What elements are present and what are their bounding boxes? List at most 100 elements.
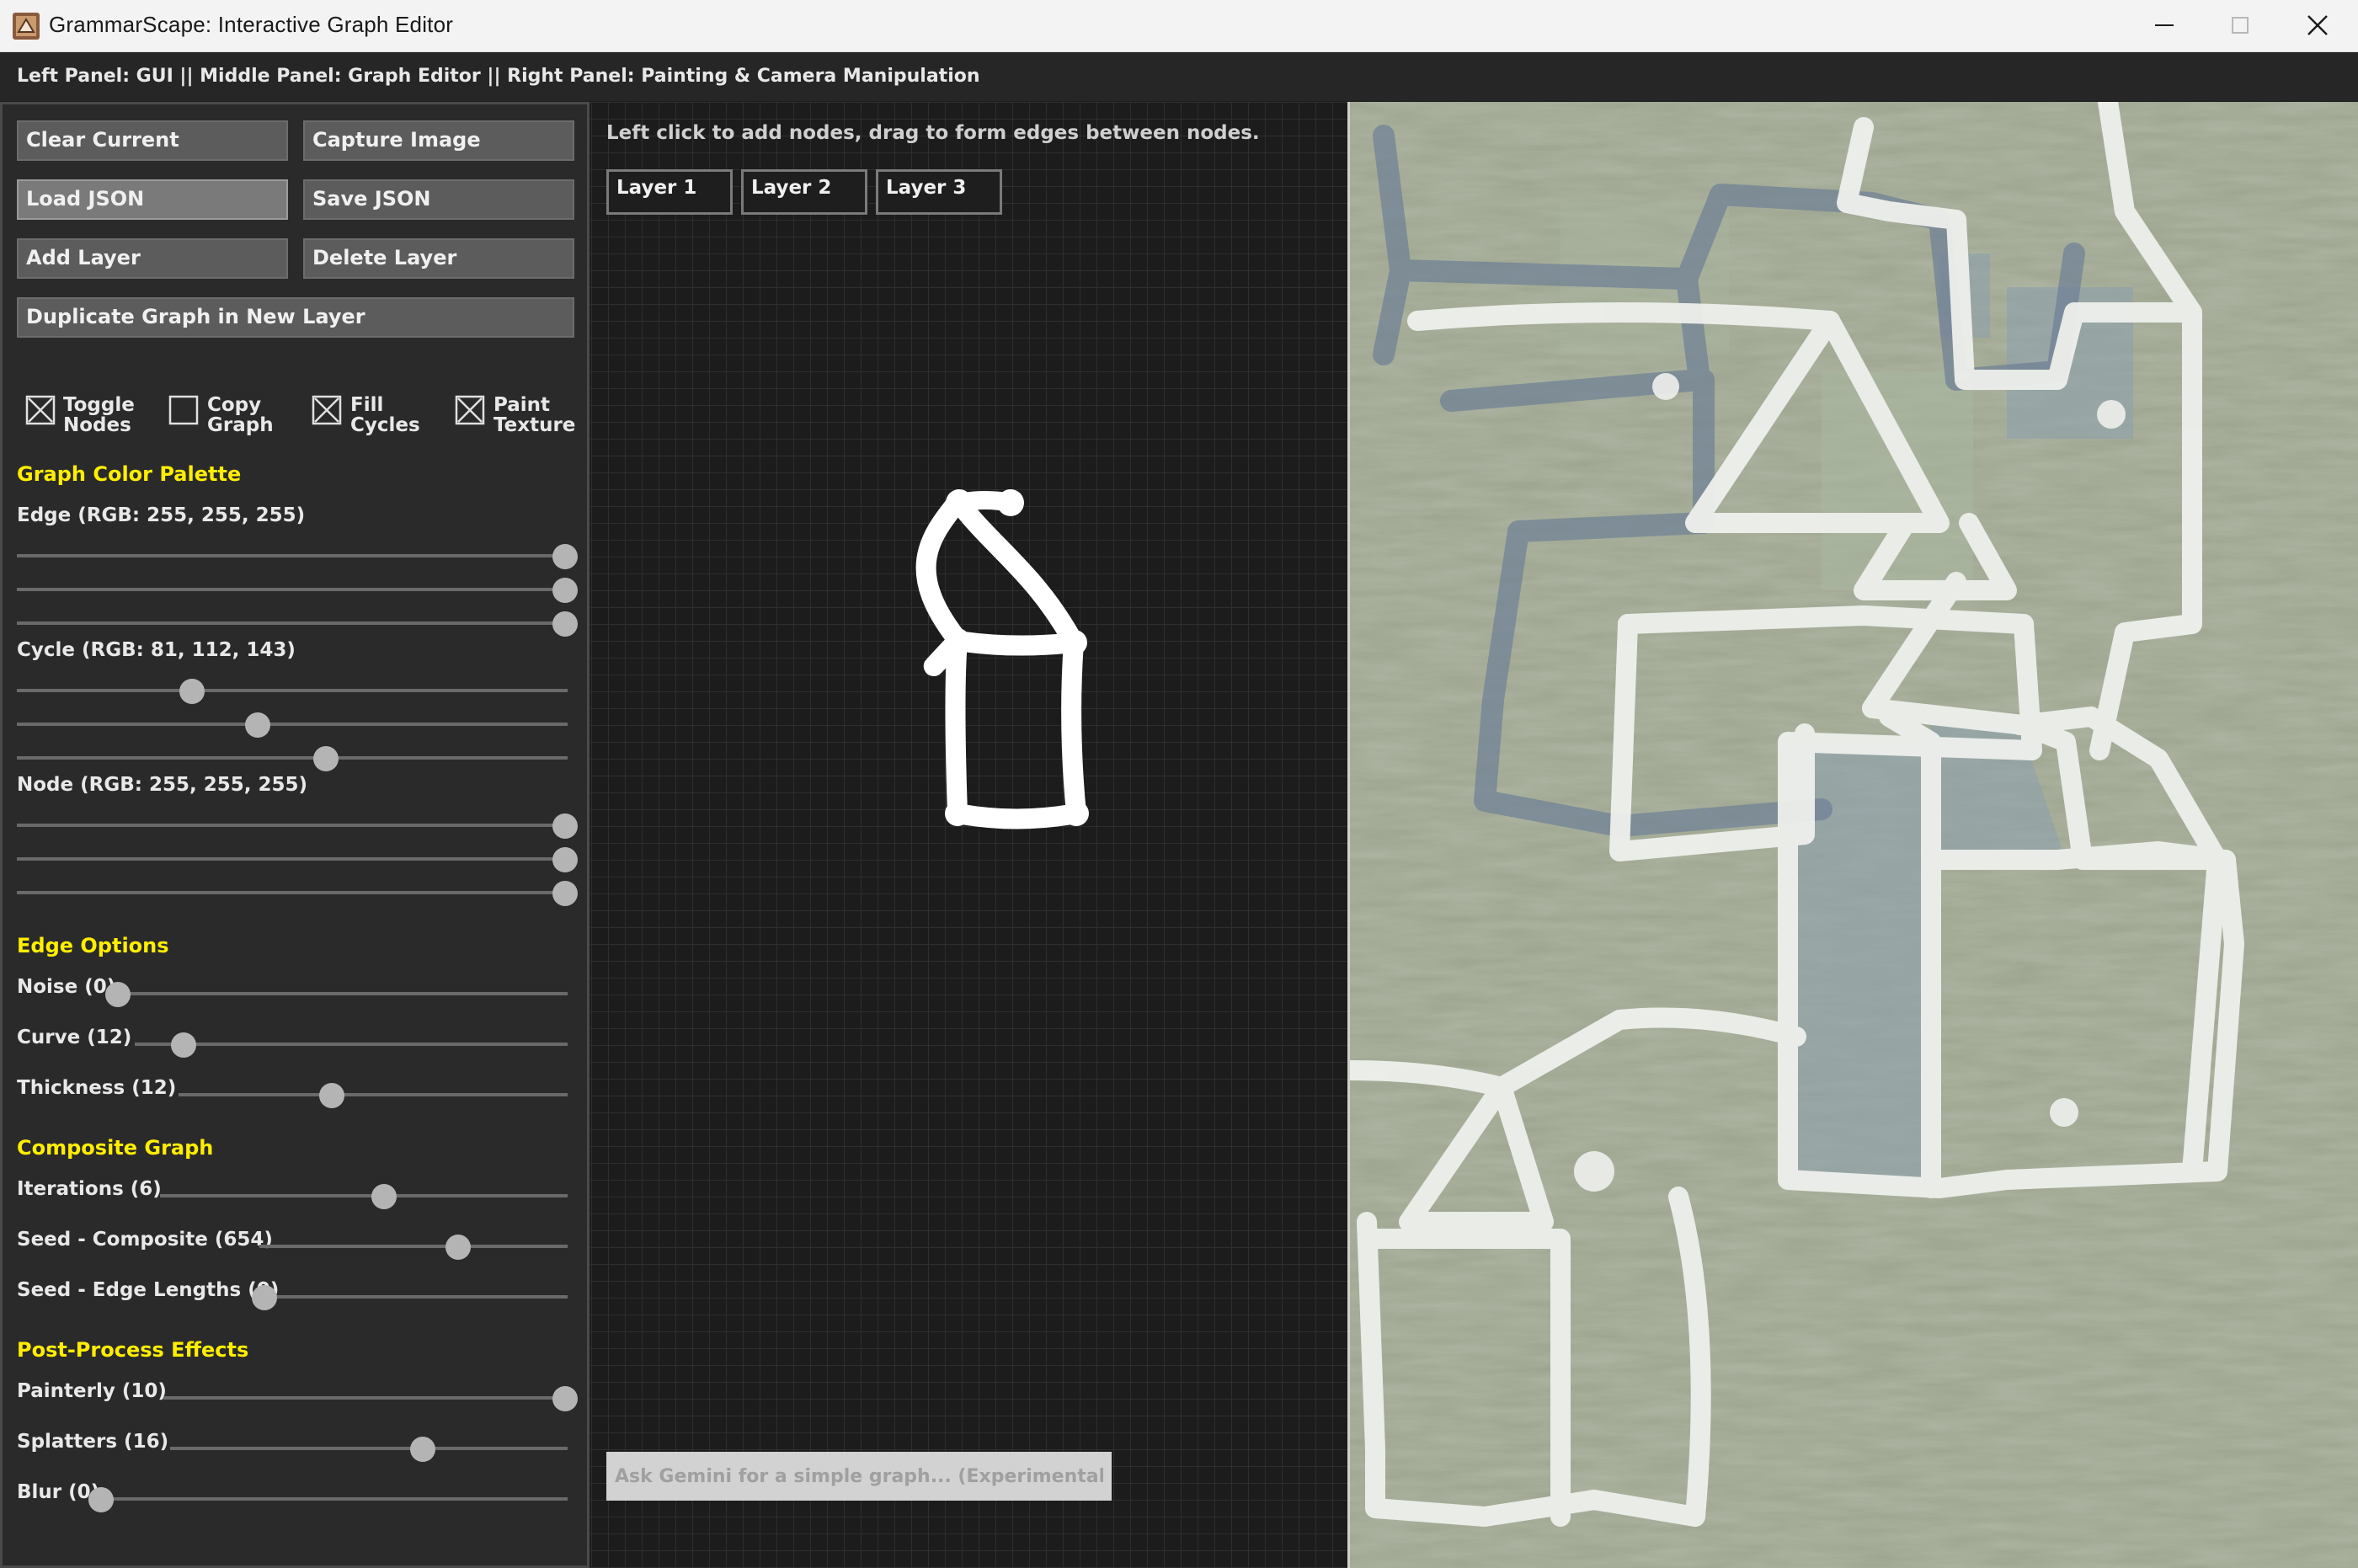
graph-edge [950, 491, 1020, 512]
fill-cycles-label-line2: Cycles [350, 414, 420, 436]
fill-cycles-label-line1: Fill [350, 394, 384, 416]
cycle-blue-slider-track [17, 756, 568, 760]
add-layer-button[interactable]: Add Layer [17, 238, 288, 279]
load-json-button[interactable]: Load JSON [17, 179, 288, 220]
thickness-slider-knob[interactable] [319, 1083, 344, 1108]
duplicate-graph-button[interactable]: Duplicate Graph in New Layer [17, 297, 574, 338]
seed-composite-slider-track [259, 1245, 568, 1248]
post-process-heading: Post-Process Effects [17, 1338, 249, 1362]
painting-canvas[interactable] [1347, 102, 2358, 1568]
delete-layer-button[interactable]: Delete Layer [303, 238, 574, 279]
cycle-green-slider-knob[interactable] [245, 712, 270, 738]
close-button[interactable] [2279, 0, 2356, 51]
splatters-slider-track [170, 1447, 568, 1450]
window-title-bar: GrammarScape: Interactive Graph Editor [0, 0, 2358, 52]
graph-node [945, 801, 970, 826]
painterly-slider-track [163, 1396, 568, 1400]
paint-texture-label-line1: Paint [493, 394, 551, 416]
paint-texture-checkbox[interactable] [455, 395, 485, 425]
graph-edge [948, 492, 1084, 653]
edge-blue-slider-track [17, 621, 568, 625]
toggle-nodes-label-line2: Nodes [63, 414, 131, 436]
minimize-icon [2155, 24, 2174, 26]
node-color-label: Node (RGB: 255, 255, 255) [17, 774, 307, 796]
fill-cycles-checkbox[interactable] [312, 395, 342, 425]
painted-edge [1618, 605, 2034, 634]
graph-edge [947, 631, 1084, 656]
painted-edge [1407, 302, 1840, 331]
node-blue-slider-track [17, 891, 568, 894]
curve-slider-knob[interactable] [171, 1032, 196, 1058]
cycle-blue-slider-knob[interactable] [313, 746, 339, 771]
maximize-icon [2232, 17, 2249, 34]
toggle-nodes-checkbox[interactable] [25, 395, 56, 425]
thickness-slider-track [179, 1093, 568, 1096]
graph-edge [1061, 632, 1086, 824]
info-bar: Left Panel: GUI || Middle Panel: Graph E… [0, 52, 2358, 101]
copy-graph-label-line2: Graph [207, 414, 274, 436]
noise-slider-knob[interactable] [105, 982, 131, 1007]
painterly-label: Painterly (10) [17, 1380, 167, 1402]
splatters-label: Splatters (16) [17, 1431, 169, 1453]
edge-options-heading: Edge Options [17, 934, 169, 957]
gemini-prompt-input[interactable] [606, 1452, 1112, 1501]
painterly-slider-knob[interactable] [552, 1386, 578, 1411]
seed-composite-label: Seed - Composite (654) [17, 1229, 273, 1251]
painted-node [2050, 1098, 2078, 1127]
app-icon [13, 13, 40, 40]
minimize-button[interactable] [2126, 0, 2203, 51]
blur-label: Blur (0) [17, 1481, 100, 1503]
graph-editor-canvas[interactable]: Left click to add nodes, drag to form ed… [590, 102, 1347, 1568]
node-blue-slider-knob[interactable] [552, 881, 578, 906]
node-green-slider-knob[interactable] [552, 847, 578, 872]
seed-edge-lengths-label: Seed - Edge Lengths (0) [17, 1279, 280, 1301]
seed-edge-lengths-slider-knob[interactable] [252, 1285, 277, 1310]
graph-edge [915, 491, 968, 651]
graph-edge [947, 803, 1086, 829]
maximize-button[interactable] [2201, 0, 2279, 51]
iterations-slider-track [160, 1194, 568, 1197]
paint-texture-label-line2: Texture [493, 414, 576, 436]
cycle-red-slider-track [17, 689, 568, 692]
window-title: GrammarScape: Interactive Graph Editor [49, 12, 454, 37]
edge-red-slider-knob[interactable] [552, 544, 578, 569]
blur-slider-knob[interactable] [88, 1487, 114, 1512]
cycle-color-label: Cycle (RGB: 81, 112, 143) [17, 639, 296, 661]
paint-patch [1822, 371, 1973, 590]
splatters-slider-knob[interactable] [410, 1437, 435, 1462]
edge-color-label: Edge (RGB: 255, 255, 255) [17, 504, 306, 526]
noise-label: Noise (0) [17, 976, 116, 998]
composite-graph-heading: Composite Graph [17, 1136, 214, 1160]
toggle-nodes-label: Toggle Nodes [63, 395, 135, 435]
thickness-label: Thickness (12) [17, 1077, 177, 1099]
painting-render[interactable] [1350, 102, 2358, 1568]
edge-blue-slider-knob[interactable] [552, 611, 578, 637]
graph-node [945, 628, 970, 653]
copy-graph-label-line1: Copy [207, 394, 262, 416]
cycle-green-slider-track [17, 723, 568, 726]
graph-edge [945, 631, 968, 824]
node-red-slider-knob[interactable] [552, 813, 578, 839]
save-json-button[interactable]: Save JSON [303, 179, 574, 220]
copy-graph-checkbox[interactable] [168, 395, 199, 425]
edge-green-slider-track [17, 588, 568, 591]
noise-slider-track [118, 992, 568, 995]
gui-panel: Clear Current Capture Image Load JSON Sa… [0, 102, 590, 1568]
graph-color-palette-heading: Graph Color Palette [17, 462, 242, 486]
blur-slider-track [101, 1497, 568, 1501]
node-green-slider-track [17, 857, 568, 861]
painted-node [1574, 1151, 1614, 1192]
edge-green-slider-knob[interactable] [552, 578, 578, 603]
fill-cycles-label: Fill Cycles [350, 395, 420, 435]
paint-texture-label: Paint Texture [493, 395, 575, 435]
seed-composite-slider-knob[interactable] [445, 1235, 471, 1260]
curve-slider-track [135, 1043, 568, 1046]
node-red-slider-track [17, 824, 568, 827]
seed-edge-lengths-slider-track [264, 1295, 568, 1299]
clear-current-button[interactable]: Clear Current [17, 120, 288, 161]
toggle-nodes-label-line1: Toggle [63, 394, 135, 416]
cycle-red-slider-knob[interactable] [179, 679, 205, 704]
graph-drawing[interactable] [590, 102, 1347, 1568]
capture-image-button[interactable]: Capture Image [303, 120, 574, 161]
iterations-slider-knob[interactable] [371, 1184, 397, 1209]
